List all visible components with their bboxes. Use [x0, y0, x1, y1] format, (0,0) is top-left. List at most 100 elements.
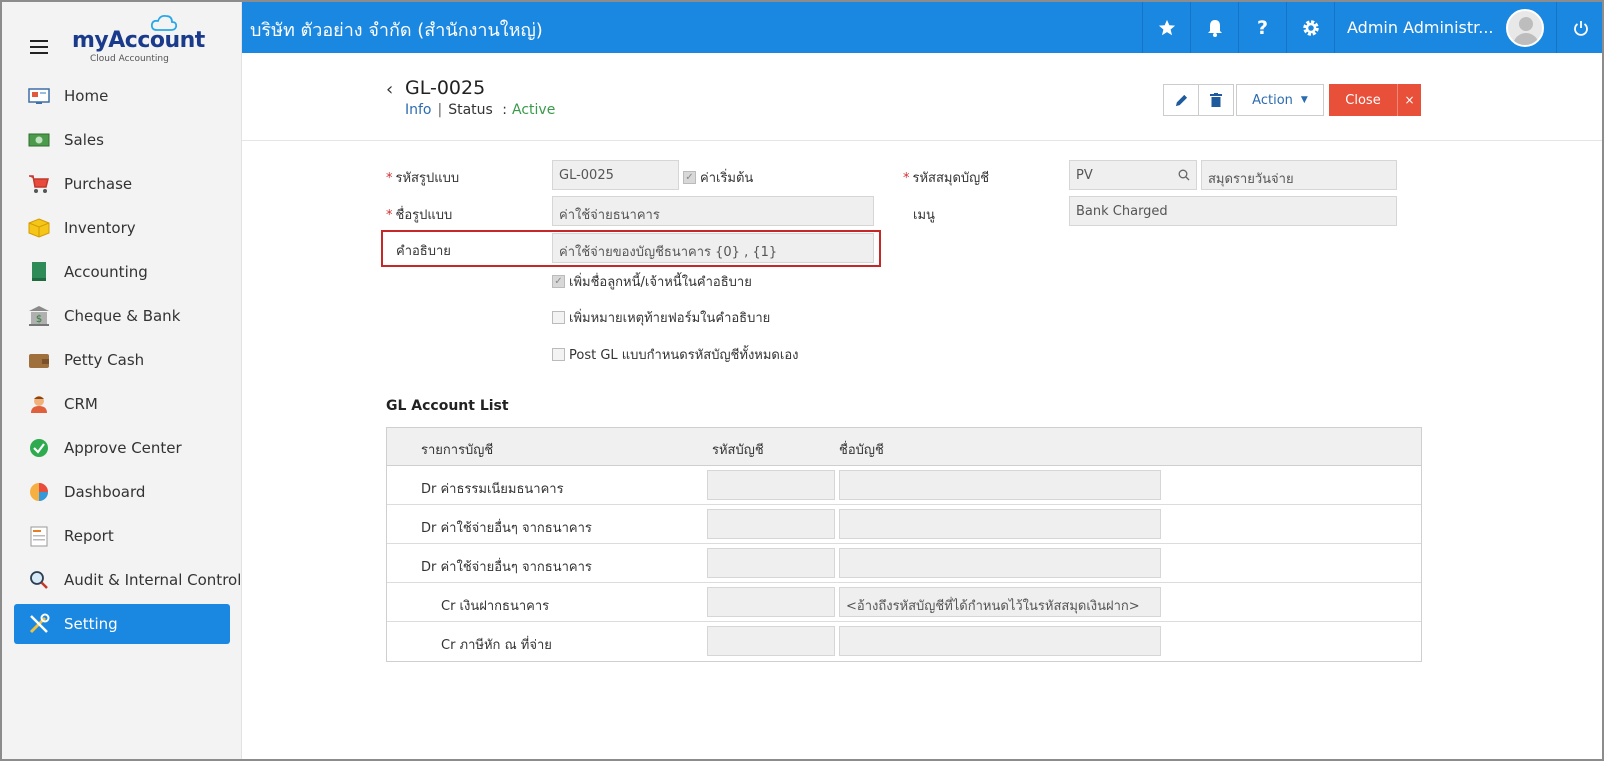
main-content: ‹ GL-0025 Info | Status : Active Action ▼ C…: [242, 53, 1602, 759]
favorite-button[interactable]: [1142, 2, 1190, 53]
icon-button-group: [1163, 84, 1234, 116]
bank-icon: $: [28, 305, 50, 327]
row-name: Dr ค่าใช้จ่ายอื่นๆ จากธนาคาร: [421, 521, 592, 536]
sidebar-item-audit[interactable]: Audit & Internal Control: [2, 558, 242, 602]
sidebar-item-home[interactable]: Home: [2, 74, 242, 118]
column-header: รหัสบัญชี: [712, 443, 764, 458]
close-button[interactable]: Close: [1329, 84, 1397, 116]
hamburger-menu-icon[interactable]: [30, 40, 48, 54]
row-name: Cr เงินฝากธนาคาร: [441, 599, 550, 614]
star-icon: [1158, 19, 1175, 35]
sidebar-item-approve-center[interactable]: Approve Center: [2, 426, 242, 470]
sidebar-item-purchase[interactable]: Purchase: [2, 162, 242, 206]
info-link[interactable]: Info: [405, 102, 432, 118]
row-name: Dr ค่าใช้จ่ายอื่นๆ จากธนาคาร: [421, 560, 592, 575]
help-button[interactable]: ?: [1238, 2, 1286, 53]
page-title: GL-0025: [405, 77, 486, 99]
column-header: ชื่อบัญชี: [839, 443, 884, 458]
sidebar-item-label: Purchase: [64, 175, 133, 193]
action-dropdown[interactable]: Action ▼: [1236, 84, 1324, 116]
account-name-input[interactable]: [839, 509, 1161, 539]
sidebar-item-label: Approve Center: [64, 439, 182, 457]
sidebar-item-accounting[interactable]: Accounting: [2, 250, 242, 294]
default-checkbox[interactable]: ✓ ค่าเริ่มต้น: [683, 167, 753, 188]
search-icon[interactable]: [1178, 169, 1190, 181]
tools-icon: [28, 613, 50, 635]
sidebar-item-sales[interactable]: Sales: [2, 118, 242, 162]
option-add-remark-checkbox[interactable]: เพิ่มหมายเหตุท้ายฟอร์มในคำอธิบาย: [552, 307, 770, 328]
power-icon: [1573, 20, 1588, 36]
sidebar-item-report[interactable]: Report: [2, 514, 242, 558]
table-row: Cr เงินฝากธนาคาร <อ้างถึงรหัสบัญชีที่ได้…: [387, 583, 1421, 622]
status-colon: :: [502, 102, 508, 118]
account-code-input[interactable]: [707, 548, 835, 578]
table-row: Cr ภาษีหัก ณ ที่จ่าย: [387, 622, 1421, 661]
description-label: คำอธิบาย: [396, 244, 451, 259]
row-name: Cr ภาษีหัก ณ ที่จ่าย: [441, 638, 552, 653]
cart-icon: [28, 173, 50, 195]
row-name: Dr ค่าธรรมเนียมธนาคาร: [421, 482, 564, 497]
account-code-input[interactable]: [707, 626, 835, 656]
table-row: Dr ค่าธรรมเนียมธนาคาร: [387, 466, 1421, 505]
book-icon: [28, 261, 50, 283]
settings-button[interactable]: [1286, 2, 1334, 53]
report-icon: [28, 525, 50, 547]
user-menu[interactable]: Admin Administr...: [1334, 2, 1556, 53]
topbar: บริษัท ตัวอย่าง จำกัด (สำนักงานใหญ่) ? A…: [242, 2, 1602, 53]
sidebar-item-cheque-bank[interactable]: $ Cheque & Bank: [2, 294, 242, 338]
sidebar-item-label: Inventory: [64, 219, 136, 237]
sidebar-item-label: Sales: [64, 131, 104, 149]
sidebar-item-label: Cheque & Bank: [64, 307, 181, 325]
delete-button[interactable]: [1198, 84, 1234, 116]
person-icon: [28, 393, 50, 415]
separator: |: [437, 102, 443, 118]
status-label: Status: [448, 102, 493, 118]
sales-icon: [28, 129, 50, 151]
account-code-input[interactable]: [707, 509, 835, 539]
sidebar-item-label: Home: [64, 87, 109, 105]
sidebar-menu: Home Sales Purchase Inventory Accounting…: [2, 74, 242, 646]
option-add-debtor-checkbox[interactable]: ✓ เพิ่มชื่อลูกหนี้/เจ้าหนี้ในคำอธิบาย: [552, 271, 752, 292]
sidebar-item-setting[interactable]: Setting: [14, 604, 230, 644]
pencil-icon: [1175, 94, 1187, 106]
bell-icon: [1207, 19, 1222, 37]
account-name-input[interactable]: [839, 626, 1161, 656]
description-input[interactable]: ค่าใช้จ่ายของบัญชีธนาคาร {0} , {1}: [552, 233, 874, 263]
menu-input[interactable]: Bank Charged: [1069, 196, 1397, 226]
account-name-input[interactable]: <อ้างถึงรหัสบัญชีที่ได้กำหนดไว้ในรหัสสมุ…: [839, 587, 1161, 617]
sidebar: myAccount Cloud Accounting Home Sales Pu…: [2, 2, 242, 759]
avatar: [1506, 8, 1544, 47]
name-input[interactable]: ค่าใช้จ่ายธนาคาร: [552, 196, 874, 226]
journal-code-input[interactable]: PV: [1069, 160, 1197, 190]
sidebar-item-label: Accounting: [64, 263, 148, 281]
page-header: ‹ GL-0025 Info | Status : Active Action ▼ C…: [242, 53, 1602, 141]
sidebar-item-crm[interactable]: CRM: [2, 382, 242, 426]
account-code-input[interactable]: [707, 587, 835, 617]
pie-chart-icon: [28, 481, 50, 503]
account-code-input[interactable]: [707, 470, 835, 500]
gear-icon: [1302, 19, 1319, 36]
close-x-button[interactable]: ×: [1397, 84, 1421, 116]
topbar-actions: ? Admin Administr...: [1142, 2, 1602, 53]
account-name-input[interactable]: [839, 470, 1161, 500]
logout-button[interactable]: [1556, 2, 1602, 53]
status-badge: Active: [512, 102, 556, 118]
magnifier-icon: [28, 569, 50, 591]
edit-button[interactable]: [1163, 84, 1199, 116]
caret-down-icon: ▼: [1300, 95, 1308, 105]
checkbox-empty-icon: [552, 311, 565, 324]
name-label: * ชื่อรูปแบบ: [386, 208, 453, 223]
account-name-input[interactable]: [839, 548, 1161, 578]
logo-area: myAccount Cloud Accounting: [2, 2, 242, 72]
notifications-button[interactable]: [1190, 2, 1238, 53]
sidebar-item-dashboard[interactable]: Dashboard: [2, 470, 242, 514]
check-circle-icon: [28, 437, 50, 459]
trash-icon: [1210, 93, 1222, 107]
sidebar-item-inventory[interactable]: Inventory: [2, 206, 242, 250]
code-input[interactable]: GL-0025: [552, 160, 679, 190]
journal-label: * รหัสสมุดบัญชี: [903, 171, 990, 186]
sidebar-item-petty-cash[interactable]: Petty Cash: [2, 338, 242, 382]
gl-account-list-title: GL Account List: [386, 398, 509, 414]
back-chevron-icon[interactable]: ‹: [386, 79, 393, 100]
option-post-gl-checkbox[interactable]: Post GL แบบกำหนดรหัสบัญชีทั้งหมดเอง: [552, 344, 798, 365]
